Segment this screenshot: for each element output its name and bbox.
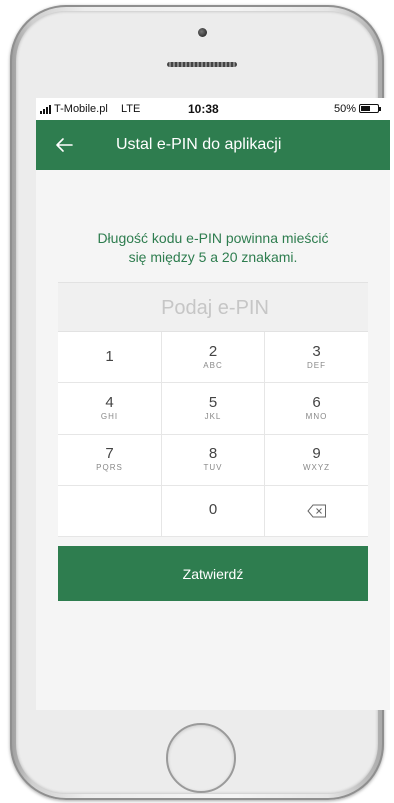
backspace-icon xyxy=(306,504,326,518)
key-1[interactable]: 1 xyxy=(58,332,162,384)
key-digit: 8 xyxy=(208,445,218,463)
key-digit: 0 xyxy=(208,501,218,519)
epin-input[interactable] xyxy=(58,283,372,333)
key-letters: JKL xyxy=(204,411,222,421)
hint-line-2: się między 5 a 20 znakami. xyxy=(128,249,298,265)
phone-screen: T-Mobile.pl LTE 10:38 50% Ustal e-PIN do… xyxy=(36,98,390,710)
key-letters: TUV xyxy=(203,463,223,473)
key-digit: 2 xyxy=(208,342,218,360)
key-2[interactable]: 2 ABC xyxy=(162,332,265,384)
key-digit: 4 xyxy=(105,393,114,411)
numeric-keypad: 1 2 ABC 3 DEF 4 GHI 5 JKL 6 MNO 7 PQRS 8 xyxy=(58,332,368,537)
app-bar: Ustal e-PIN do aplikacji xyxy=(36,120,390,170)
key-digit: 7 xyxy=(105,445,114,463)
key-letters: MNO xyxy=(305,411,328,421)
battery-percent: 50% xyxy=(334,103,357,115)
key-letters: PQRS xyxy=(96,463,123,473)
key-letters: GHI xyxy=(100,411,119,421)
confirm-button[interactable]: Zatwierdź xyxy=(58,546,368,601)
status-time: 10:38 xyxy=(188,102,219,116)
key-6[interactable]: 6 MNO xyxy=(265,383,368,435)
arrow-left-icon[interactable] xyxy=(52,133,76,157)
key-4[interactable]: 4 GHI xyxy=(58,383,162,435)
pin-length-hint: Długość kodu e-PIN powinna mieścić się m… xyxy=(36,229,390,267)
pin-field xyxy=(58,282,372,333)
key-digit: 1 xyxy=(105,347,114,365)
earpiece-speaker xyxy=(167,62,237,67)
key-9[interactable]: 9 WXYZ xyxy=(265,435,368,486)
key-5[interactable]: 5 JKL xyxy=(162,383,265,435)
network-type: LTE xyxy=(121,103,141,115)
key-digit: 9 xyxy=(312,445,321,463)
key-digit: 5 xyxy=(208,393,218,411)
carrier-name: T-Mobile.pl xyxy=(54,103,108,115)
status-bar: T-Mobile.pl LTE 10:38 50% xyxy=(36,98,390,120)
key-8[interactable]: 8 TUV xyxy=(162,434,265,486)
key-letters: ABC xyxy=(203,360,223,370)
key-empty xyxy=(58,485,162,537)
key-digit: 6 xyxy=(312,393,321,411)
key-backspace[interactable] xyxy=(265,486,368,537)
home-button[interactable] xyxy=(166,723,236,793)
key-3[interactable]: 3 DEF xyxy=(265,332,368,384)
key-7[interactable]: 7 PQRS xyxy=(58,434,162,486)
front-camera xyxy=(198,28,207,37)
key-letters: WXYZ xyxy=(302,463,331,473)
key-0[interactable]: 0 xyxy=(162,485,265,537)
signal-icon xyxy=(40,105,51,114)
key-digit: 3 xyxy=(312,342,321,360)
page-title: Ustal e-PIN do aplikacji xyxy=(116,136,282,153)
key-letters: DEF xyxy=(307,360,326,370)
hint-line-1: Długość kodu e-PIN powinna mieścić xyxy=(97,230,329,246)
battery-icon xyxy=(359,104,381,113)
